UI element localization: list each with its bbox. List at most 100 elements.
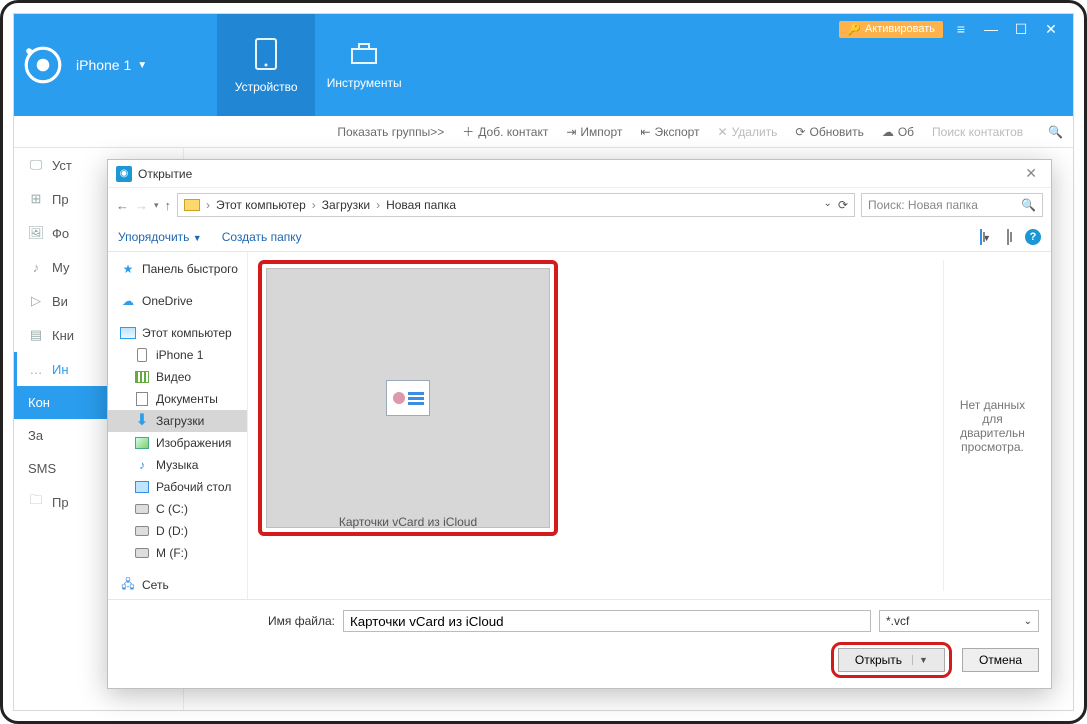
music-icon: ♪	[134, 458, 150, 472]
chevron-down-icon: ⌄	[1024, 616, 1032, 627]
tree-this-pc[interactable]: Этот компьютер	[108, 322, 247, 344]
app-header: iPhone 1 ▼ Устройство Инструменты 🔑 Акти…	[14, 14, 1073, 116]
annotation-highlight: Карточки vCard из iCloud	[258, 260, 558, 536]
image-icon	[134, 436, 150, 450]
drive-icon	[134, 546, 150, 560]
desktop-icon	[134, 480, 150, 494]
menu-icon[interactable]: ≡	[949, 20, 973, 38]
tree-node[interactable]: C (C:)	[108, 498, 247, 520]
filetype-select[interactable]: *.vcf ⌄	[879, 610, 1039, 632]
view-mode-icon[interactable]: ▼	[980, 230, 991, 244]
chevron-right-icon: ›	[312, 198, 316, 212]
tab-device[interactable]: Устройство	[217, 14, 315, 116]
chevron-down-icon[interactable]: ▾	[154, 200, 159, 211]
file-open-dialog: ◉ Открытие ✕ ← → ▾ ↑ › Этот компьютер › …	[107, 159, 1052, 689]
tree-node[interactable]: iPhone 1	[108, 344, 247, 366]
minimize-icon[interactable]: —	[979, 20, 1003, 38]
vcard-icon	[386, 380, 430, 416]
device-icon	[134, 348, 150, 362]
dialog-toolbar: Упорядочить ▼ Создать папку ▼ ?	[108, 222, 1051, 252]
export-button[interactable]: ⇤Экспорт	[640, 125, 699, 139]
organize-menu[interactable]: Упорядочить ▼	[118, 230, 202, 244]
key-icon: 🔑	[847, 23, 861, 36]
tree-node[interactable]: Рабочий стол	[108, 476, 247, 498]
device-dropdown[interactable]: iPhone 1 ▼	[76, 14, 147, 116]
photo-icon: 🖼	[28, 225, 44, 241]
search-placeholder: Поиск: Новая папка	[868, 198, 978, 212]
delete-icon: ✕	[718, 125, 728, 139]
apps-icon: ⊞	[28, 191, 44, 207]
music-icon: ♪	[28, 259, 44, 275]
annotation-highlight: Открыть ▼	[831, 642, 952, 678]
tree-node[interactable]: Видео	[108, 366, 247, 388]
new-folder-button[interactable]: Создать папку	[222, 230, 302, 244]
download-icon: ⬇	[134, 414, 150, 428]
app-logo	[14, 14, 72, 116]
tab-label: Устройство	[235, 80, 298, 94]
activate-button[interactable]: 🔑 Активировать	[839, 21, 943, 38]
refresh-button[interactable]: ⟳Обновить	[795, 125, 863, 139]
back-icon[interactable]: ←	[116, 198, 129, 213]
preview-pane-icon[interactable]	[1007, 230, 1009, 244]
file-caption: Карточки vCard из iCloud	[267, 515, 549, 529]
video-icon	[134, 370, 150, 384]
tree-onedrive[interactable]: ☁OneDrive	[108, 290, 247, 312]
breadcrumb-item[interactable]: Этот компьютер	[216, 198, 306, 212]
up-icon[interactable]: ↑	[165, 198, 172, 213]
search-contacts[interactable]: Поиск контактов 🔍	[932, 125, 1063, 139]
dialog-nav: ← → ▾ ↑ › Этот компьютер › Загрузки › Но…	[108, 188, 1051, 222]
tab-label: Инструменты	[327, 76, 402, 90]
search-icon: 🔍	[1021, 198, 1036, 212]
folder-icon	[184, 199, 200, 211]
chevron-down-icon: ▼	[137, 60, 147, 71]
tab-tools[interactable]: Инструменты	[315, 14, 413, 116]
chevron-down-icon: ▼	[193, 233, 202, 243]
filename-label: Имя файла:	[268, 614, 335, 628]
search-placeholder: Поиск контактов	[932, 125, 1042, 139]
tree-node[interactable]: M (F:)	[108, 542, 247, 564]
filename-input[interactable]	[343, 610, 871, 632]
file-list-area: Карточки vCard из iCloud Нет данных для …	[248, 252, 1051, 599]
dialog-search[interactable]: Поиск: Новая папка 🔍	[861, 193, 1043, 217]
dialog-footer: Имя файла: *.vcf ⌄ Открыть ▼ Отмена	[108, 599, 1051, 688]
document-icon	[134, 392, 150, 406]
contacts-toolbar: Показать группы>> ＋Доб. контакт ⇥Импорт …	[14, 116, 1073, 148]
tree-node[interactable]: D (D:)	[108, 520, 247, 542]
preview-message: Нет данных для дварительн просмотра.	[950, 398, 1035, 454]
import-button[interactable]: ⇥Импорт	[566, 125, 622, 139]
tree-network[interactable]: 🖧Сеть	[108, 574, 247, 596]
chevron-right-icon: ›	[376, 198, 380, 212]
maximize-icon[interactable]: ☐	[1009, 20, 1033, 38]
add-contact-button[interactable]: ＋Доб. контакт	[462, 123, 548, 140]
pc-icon	[120, 326, 136, 340]
tree-quick-access[interactable]: ★Панель быстрого	[108, 258, 247, 280]
file-item-selected[interactable]: Карточки vCard из iCloud	[266, 268, 550, 528]
display-icon: 🖵	[28, 157, 44, 173]
delete-button[interactable]: ✕Удалить	[718, 125, 778, 139]
info-icon: …	[28, 361, 44, 377]
about-button[interactable]: ☁Об	[882, 125, 914, 139]
cancel-button[interactable]: Отмена	[962, 648, 1039, 672]
search-icon: 🔍	[1048, 125, 1063, 139]
refresh-icon: ⟳	[795, 125, 805, 139]
breadcrumb-bar[interactable]: › Этот компьютер › Загрузки › Новая папк…	[177, 193, 855, 217]
breadcrumb-item[interactable]: Новая папка	[386, 198, 456, 212]
help-icon[interactable]: ?	[1025, 229, 1041, 245]
forward-icon[interactable]: →	[135, 198, 148, 213]
cloud-icon: ☁	[882, 125, 894, 139]
tree-node[interactable]: ♪Музыка	[108, 454, 247, 476]
open-button[interactable]: Открыть ▼	[838, 648, 945, 672]
tree-node[interactable]: Изображения	[108, 432, 247, 454]
show-groups-button[interactable]: Показать группы>>	[337, 125, 444, 139]
export-icon: ⇤	[640, 125, 650, 139]
chevron-down-icon[interactable]: ⌄	[824, 198, 832, 212]
star-icon: ★	[120, 262, 136, 276]
tree-node[interactable]: Документы	[108, 388, 247, 410]
refresh-icon[interactable]: ⟳	[838, 198, 848, 212]
chevron-down-icon[interactable]: ▼	[912, 655, 928, 665]
breadcrumb-item[interactable]: Загрузки	[322, 198, 370, 212]
crumb-sep: ›	[206, 198, 210, 212]
close-icon[interactable]: ✕	[1039, 20, 1063, 38]
tree-node-downloads[interactable]: ⬇Загрузки	[108, 410, 247, 432]
close-icon[interactable]: ✕	[1019, 165, 1043, 182]
